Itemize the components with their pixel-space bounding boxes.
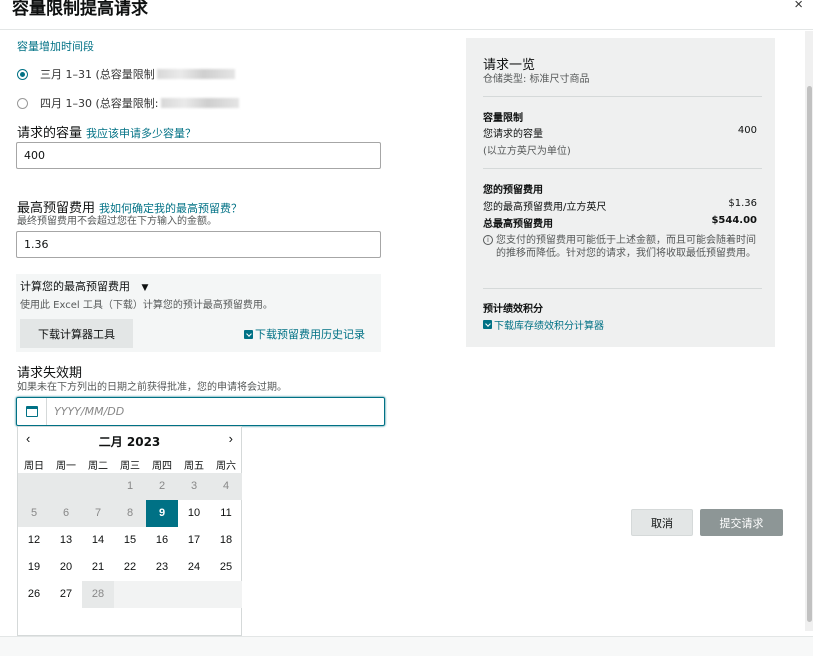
calendar-day: 5 bbox=[18, 500, 50, 527]
request-summary: 请求一览 仓储类型: 标准尺寸商品 容量限制 您请求的容量 400 (以立方英尺… bbox=[466, 38, 775, 347]
calendar-day-selected[interactable]: 9 bbox=[146, 500, 178, 527]
calendar-day[interactable]: 27 bbox=[50, 581, 82, 608]
download-icon bbox=[483, 320, 492, 329]
chevron-right-icon[interactable]: › bbox=[229, 431, 233, 446]
total-fee-label: 总最高预留费用 bbox=[483, 219, 553, 230]
calendar-day: 4 bbox=[210, 473, 242, 500]
download-icon bbox=[244, 329, 253, 339]
calendar-empty-cell bbox=[18, 473, 50, 500]
dialog-title: 容量限制提高请求 bbox=[12, 0, 148, 19]
calendar-empty-cell bbox=[50, 473, 82, 500]
calendar-day[interactable]: 19 bbox=[18, 554, 50, 581]
calendar-empty-cell bbox=[114, 581, 146, 608]
max-fee-label: 您的最高预留费用/立方英尺 bbox=[483, 202, 607, 213]
fee-info-note: i 您支付的预留费用可能低于上述金额，而且可能会随着时间的推移而降低。针对您的请… bbox=[483, 234, 758, 260]
calendar-day: 8 bbox=[114, 500, 146, 527]
calendar-day[interactable]: 10 bbox=[178, 500, 210, 527]
points-heading: 预计绩效积分 bbox=[483, 304, 543, 315]
calendar-day[interactable]: 17 bbox=[178, 527, 210, 554]
calendar-day[interactable]: 21 bbox=[82, 554, 114, 581]
submit-request-button[interactable]: 提交请求 bbox=[700, 509, 783, 536]
requested-capacity-label: 您请求的容量 bbox=[483, 129, 543, 140]
period-option-label: 三月 1–31 (总容量限制 bbox=[40, 68, 155, 81]
fee-heading: 您的预留费用 bbox=[483, 185, 543, 196]
fee-info-text: 您支付的预留费用可能低于上述金额，而且可能会随着时间的推移而降低。针对您的请求，… bbox=[496, 235, 756, 259]
calendar-empty-cell bbox=[210, 581, 242, 608]
date-picker: ‹ 二月 2023 › 周日 周一 周二 周三 周四 周五 周六 1 2 3 4 5 6 7 8 9 10 11 1… bbox=[17, 426, 242, 636]
chevron-down-icon[interactable]: ▼ bbox=[142, 283, 149, 293]
capacity-label: 请求的容量 我应该申请多少容量？ bbox=[17, 122, 196, 141]
calendar-icon bbox=[25, 406, 38, 417]
redacted-value bbox=[160, 98, 239, 108]
calendar-header: ‹ 二月 2023 › bbox=[18, 427, 241, 453]
calculator-desc: 使用此 Excel 工具（下载）计算您的预计最高预留费用。 bbox=[20, 300, 273, 311]
cancel-button[interactable]: 取消 bbox=[631, 509, 693, 536]
points-link-text[interactable]: 下载库存绩效积分计算器 bbox=[494, 317, 604, 332]
calendar-day[interactable]: 24 bbox=[178, 554, 210, 581]
calendar-button[interactable] bbox=[17, 398, 47, 425]
fee-note: 最终预留费用不会超过您在下方输入的金额。 bbox=[17, 216, 217, 227]
max-fee-value: $1.36 bbox=[728, 198, 757, 209]
capacity-help-link[interactable]: 我应该申请多少容量？ bbox=[86, 127, 196, 140]
redacted-value bbox=[156, 69, 235, 79]
capacity-label-text: 请求的容量 bbox=[17, 126, 83, 141]
dialog-header: 容量限制提高请求 × bbox=[0, 0, 813, 30]
calendar-day[interactable]: 14 bbox=[82, 527, 114, 554]
calendar-day[interactable]: 16 bbox=[146, 527, 178, 554]
calendar-day[interactable]: 15 bbox=[114, 527, 146, 554]
calendar-month: 二月 2023 bbox=[98, 435, 161, 449]
radio-selected-icon[interactable] bbox=[17, 68, 28, 80]
capacity-input[interactable]: 400 bbox=[16, 142, 381, 169]
calendar-day: 28 bbox=[82, 581, 114, 608]
download-calculator-button[interactable]: 下载计算器工具 bbox=[20, 319, 133, 348]
calendar-day[interactable]: 12 bbox=[18, 527, 50, 554]
storage-type: 仓储类型: 标准尺寸商品 bbox=[483, 74, 590, 85]
scrollbar-thumb[interactable] bbox=[807, 86, 812, 622]
expiry-date-field[interactable]: YYYY/MM/DD bbox=[16, 397, 385, 426]
calendar-day: 2 bbox=[146, 473, 178, 500]
calendar-day[interactable]: 25 bbox=[210, 554, 242, 581]
calendar-empty-cell bbox=[178, 581, 210, 608]
points-calculator-link[interactable]: 下载库存绩效积分计算器 bbox=[483, 317, 604, 332]
calendar-day: 1 bbox=[114, 473, 146, 500]
capacity-heading: 容量限制 bbox=[483, 113, 523, 124]
calendar-empty-cell bbox=[146, 581, 178, 608]
radio-unselected-icon[interactable] bbox=[17, 97, 28, 109]
fee-history-link[interactable]: 下载预留费用历史记录 bbox=[244, 326, 365, 342]
calendar-day[interactable]: 18 bbox=[210, 527, 242, 554]
divider bbox=[483, 96, 762, 97]
calendar-empty-cell bbox=[82, 473, 114, 500]
calendar-day[interactable]: 23 bbox=[146, 554, 178, 581]
dialog-footer bbox=[0, 636, 813, 656]
period-option-march[interactable]: 三月 1–31 (总容量限制 bbox=[17, 66, 235, 82]
calculator-title: 计算您的最高预留费用 bbox=[20, 280, 130, 293]
calendar-day[interactable]: 22 bbox=[114, 554, 146, 581]
calculator-toggle[interactable]: 计算您的最高预留费用 ▼ bbox=[20, 278, 148, 294]
period-option-april[interactable]: 四月 1–30 (总容量限制: bbox=[17, 95, 239, 111]
calendar-day: 7 bbox=[82, 500, 114, 527]
calendar-day: 6 bbox=[50, 500, 82, 527]
fee-input[interactable]: 1.36 bbox=[16, 231, 381, 258]
close-icon[interactable]: × bbox=[794, 0, 803, 13]
calculator-panel: 计算您的最高预留费用 ▼ 使用此 Excel 工具（下载）计算您的预计最高预留费… bbox=[16, 274, 381, 352]
date-placeholder[interactable]: YYYY/MM/DD bbox=[54, 405, 124, 418]
calendar-day: 3 bbox=[178, 473, 210, 500]
calendar-day[interactable]: 26 bbox=[18, 581, 50, 608]
divider bbox=[483, 168, 762, 169]
period-option-label: 四月 1–30 (总容量限制: bbox=[40, 97, 159, 110]
calendar-day[interactable]: 11 bbox=[210, 500, 242, 527]
info-icon: i bbox=[483, 235, 493, 245]
total-fee-value: $544.00 bbox=[711, 215, 757, 226]
period-label: 容量增加时间段 bbox=[17, 40, 94, 53]
calendar-day[interactable]: 13 bbox=[50, 527, 82, 554]
calendar-day[interactable]: 20 bbox=[50, 554, 82, 581]
divider bbox=[483, 288, 762, 289]
expiry-note: 如果未在下方列出的日期之前获得批准，您的申请将会过期。 bbox=[17, 382, 287, 393]
requested-capacity-value: 400 bbox=[737, 125, 757, 136]
fee-history-link-text[interactable]: 下载预留费用历史记录 bbox=[255, 326, 365, 342]
unit-note: (以立方英尺为单位) bbox=[483, 146, 571, 157]
